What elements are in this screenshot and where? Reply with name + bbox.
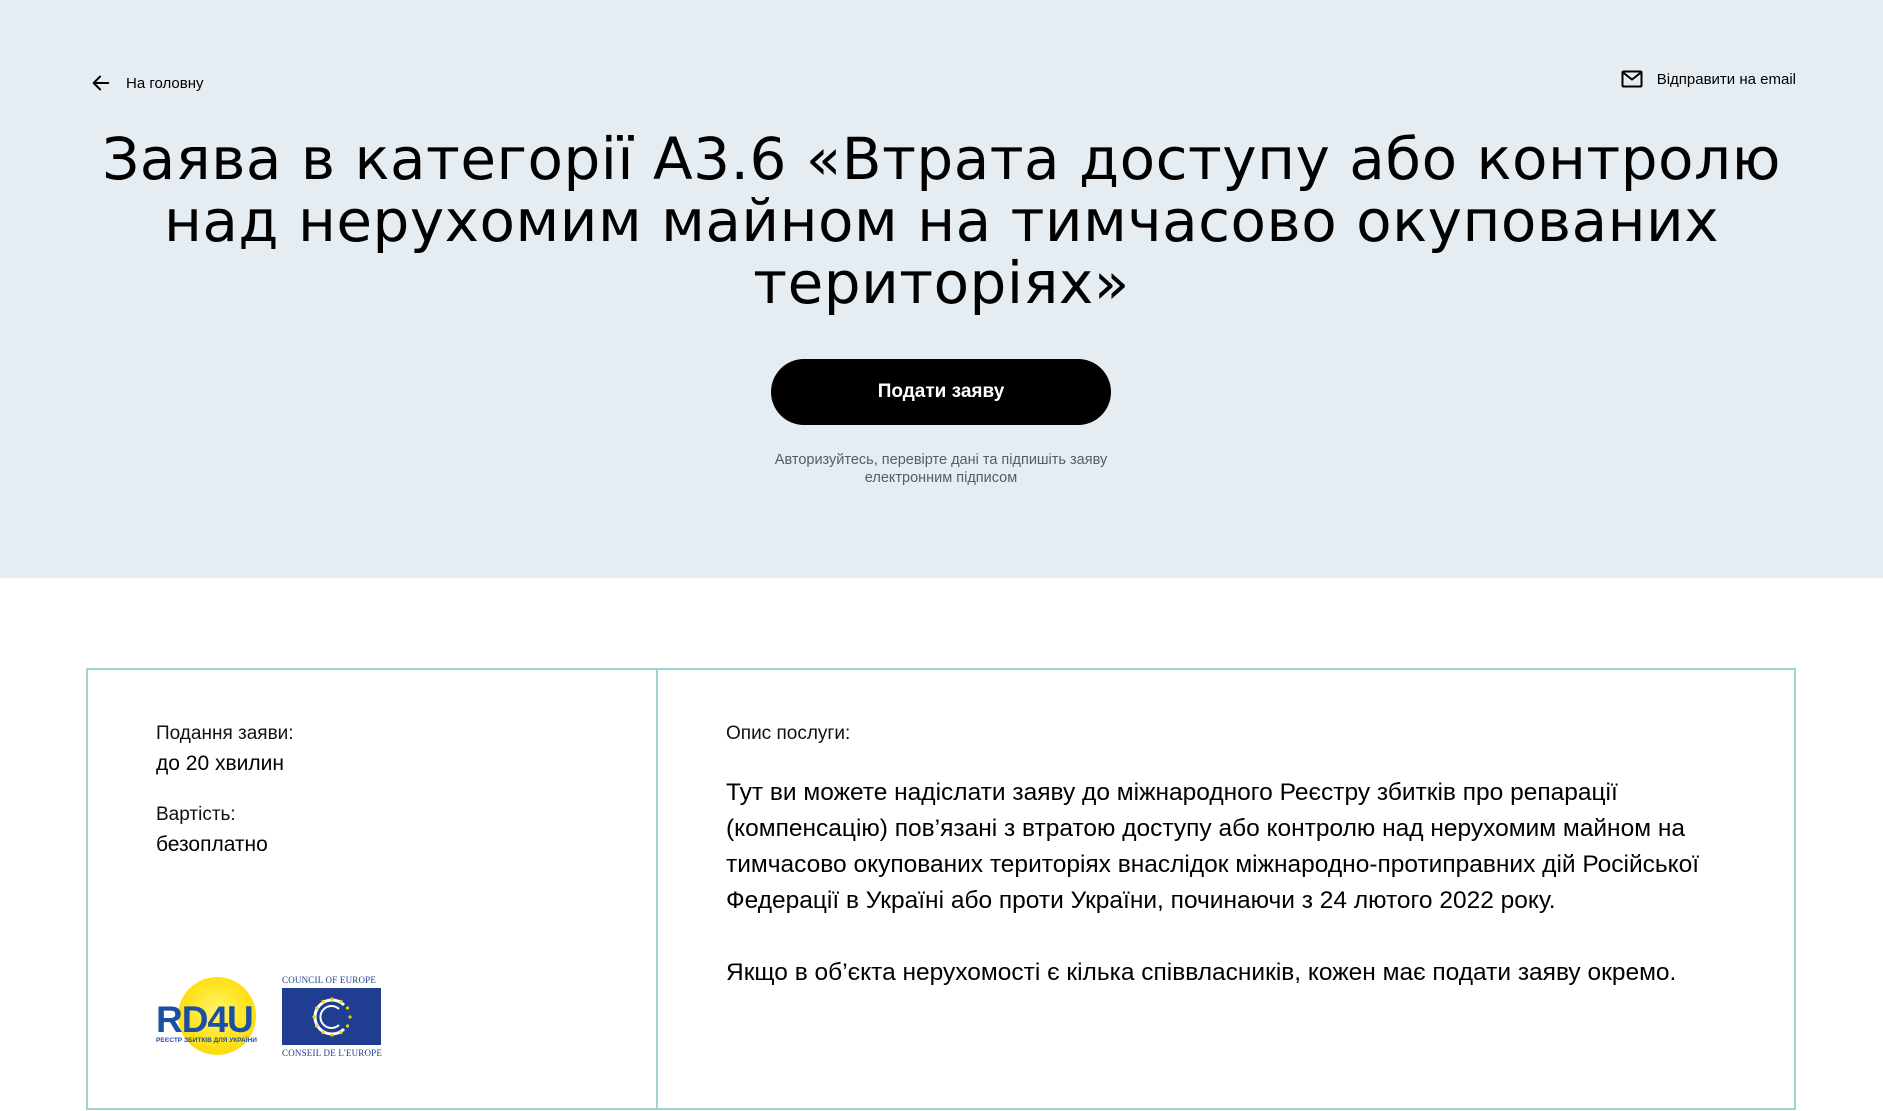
description-text: Тут ви можете надіслати заяву до міжнаро… [726,775,1756,1027]
back-home-link[interactable]: На головну [90,72,204,94]
description-label: Опис послуги: [726,723,851,744]
rd4u-logo-subtitle: РЕЄСТР ЗБИТКІВ ДЛЯ УКРАЇНИ [156,1036,257,1044]
council-of-europe-logo: COUNCIL OF EUROPE CONSEIL DE L'EUROPE [282,975,382,1058]
rd4u-logo-text: RD4U [156,998,254,1040]
coe-flag-icon [282,988,381,1045]
mail-icon [1621,70,1643,88]
submit-application-button[interactable]: Подати заяву [771,359,1111,425]
coe-caption-bottom: CONSEIL DE L'EUROPE [282,1048,383,1058]
partner-logos: RD4U РЕЄСТР ЗБИТКІВ ДЛЯ УКРАЇНИ COUNCIL … [156,975,382,1058]
submission-time-label: Подання заяви: [156,723,294,744]
cost-value: безоплатно [156,833,268,856]
rd4u-logo: RD4U РЕЄСТР ЗБИТКІВ ДЛЯ УКРАЇНИ [156,976,264,1057]
send-email-label: Відправити на email [1656,70,1796,88]
arrow-left-icon [92,75,110,91]
service-description-panel: Опис послуги: Тут ви можете надіслати за… [658,670,1794,1108]
service-info-card: Подання заяви: до 20 хвилин Вартість: бе… [86,668,1796,1110]
submission-time-value: до 20 хвилин [156,752,284,775]
coe-emblem-icon [311,996,352,1037]
service-meta-panel: Подання заяви: до 20 хвилин Вартість: бе… [88,670,658,1108]
back-home-label: На головну [126,74,204,92]
send-email-link[interactable]: Відправити на email [1621,70,1796,88]
cost-label: Вартість: [156,804,236,825]
page-title: Заява в категорії А3.6 «Втрата доступу а… [102,125,1781,317]
description-paragraph: Якщо в об’єкта нерухомості є кілька спів… [726,959,1677,986]
description-paragraph: Тут ви можете надіслати заяву до міжнаро… [726,779,1700,914]
submit-hint: Авторизуйтесь, перевірте дані та підпиші… [774,452,1108,486]
hero-section: На головну Відправити на email Заява в к… [0,0,1883,578]
coe-caption-top: COUNCIL OF EUROPE [282,975,377,985]
